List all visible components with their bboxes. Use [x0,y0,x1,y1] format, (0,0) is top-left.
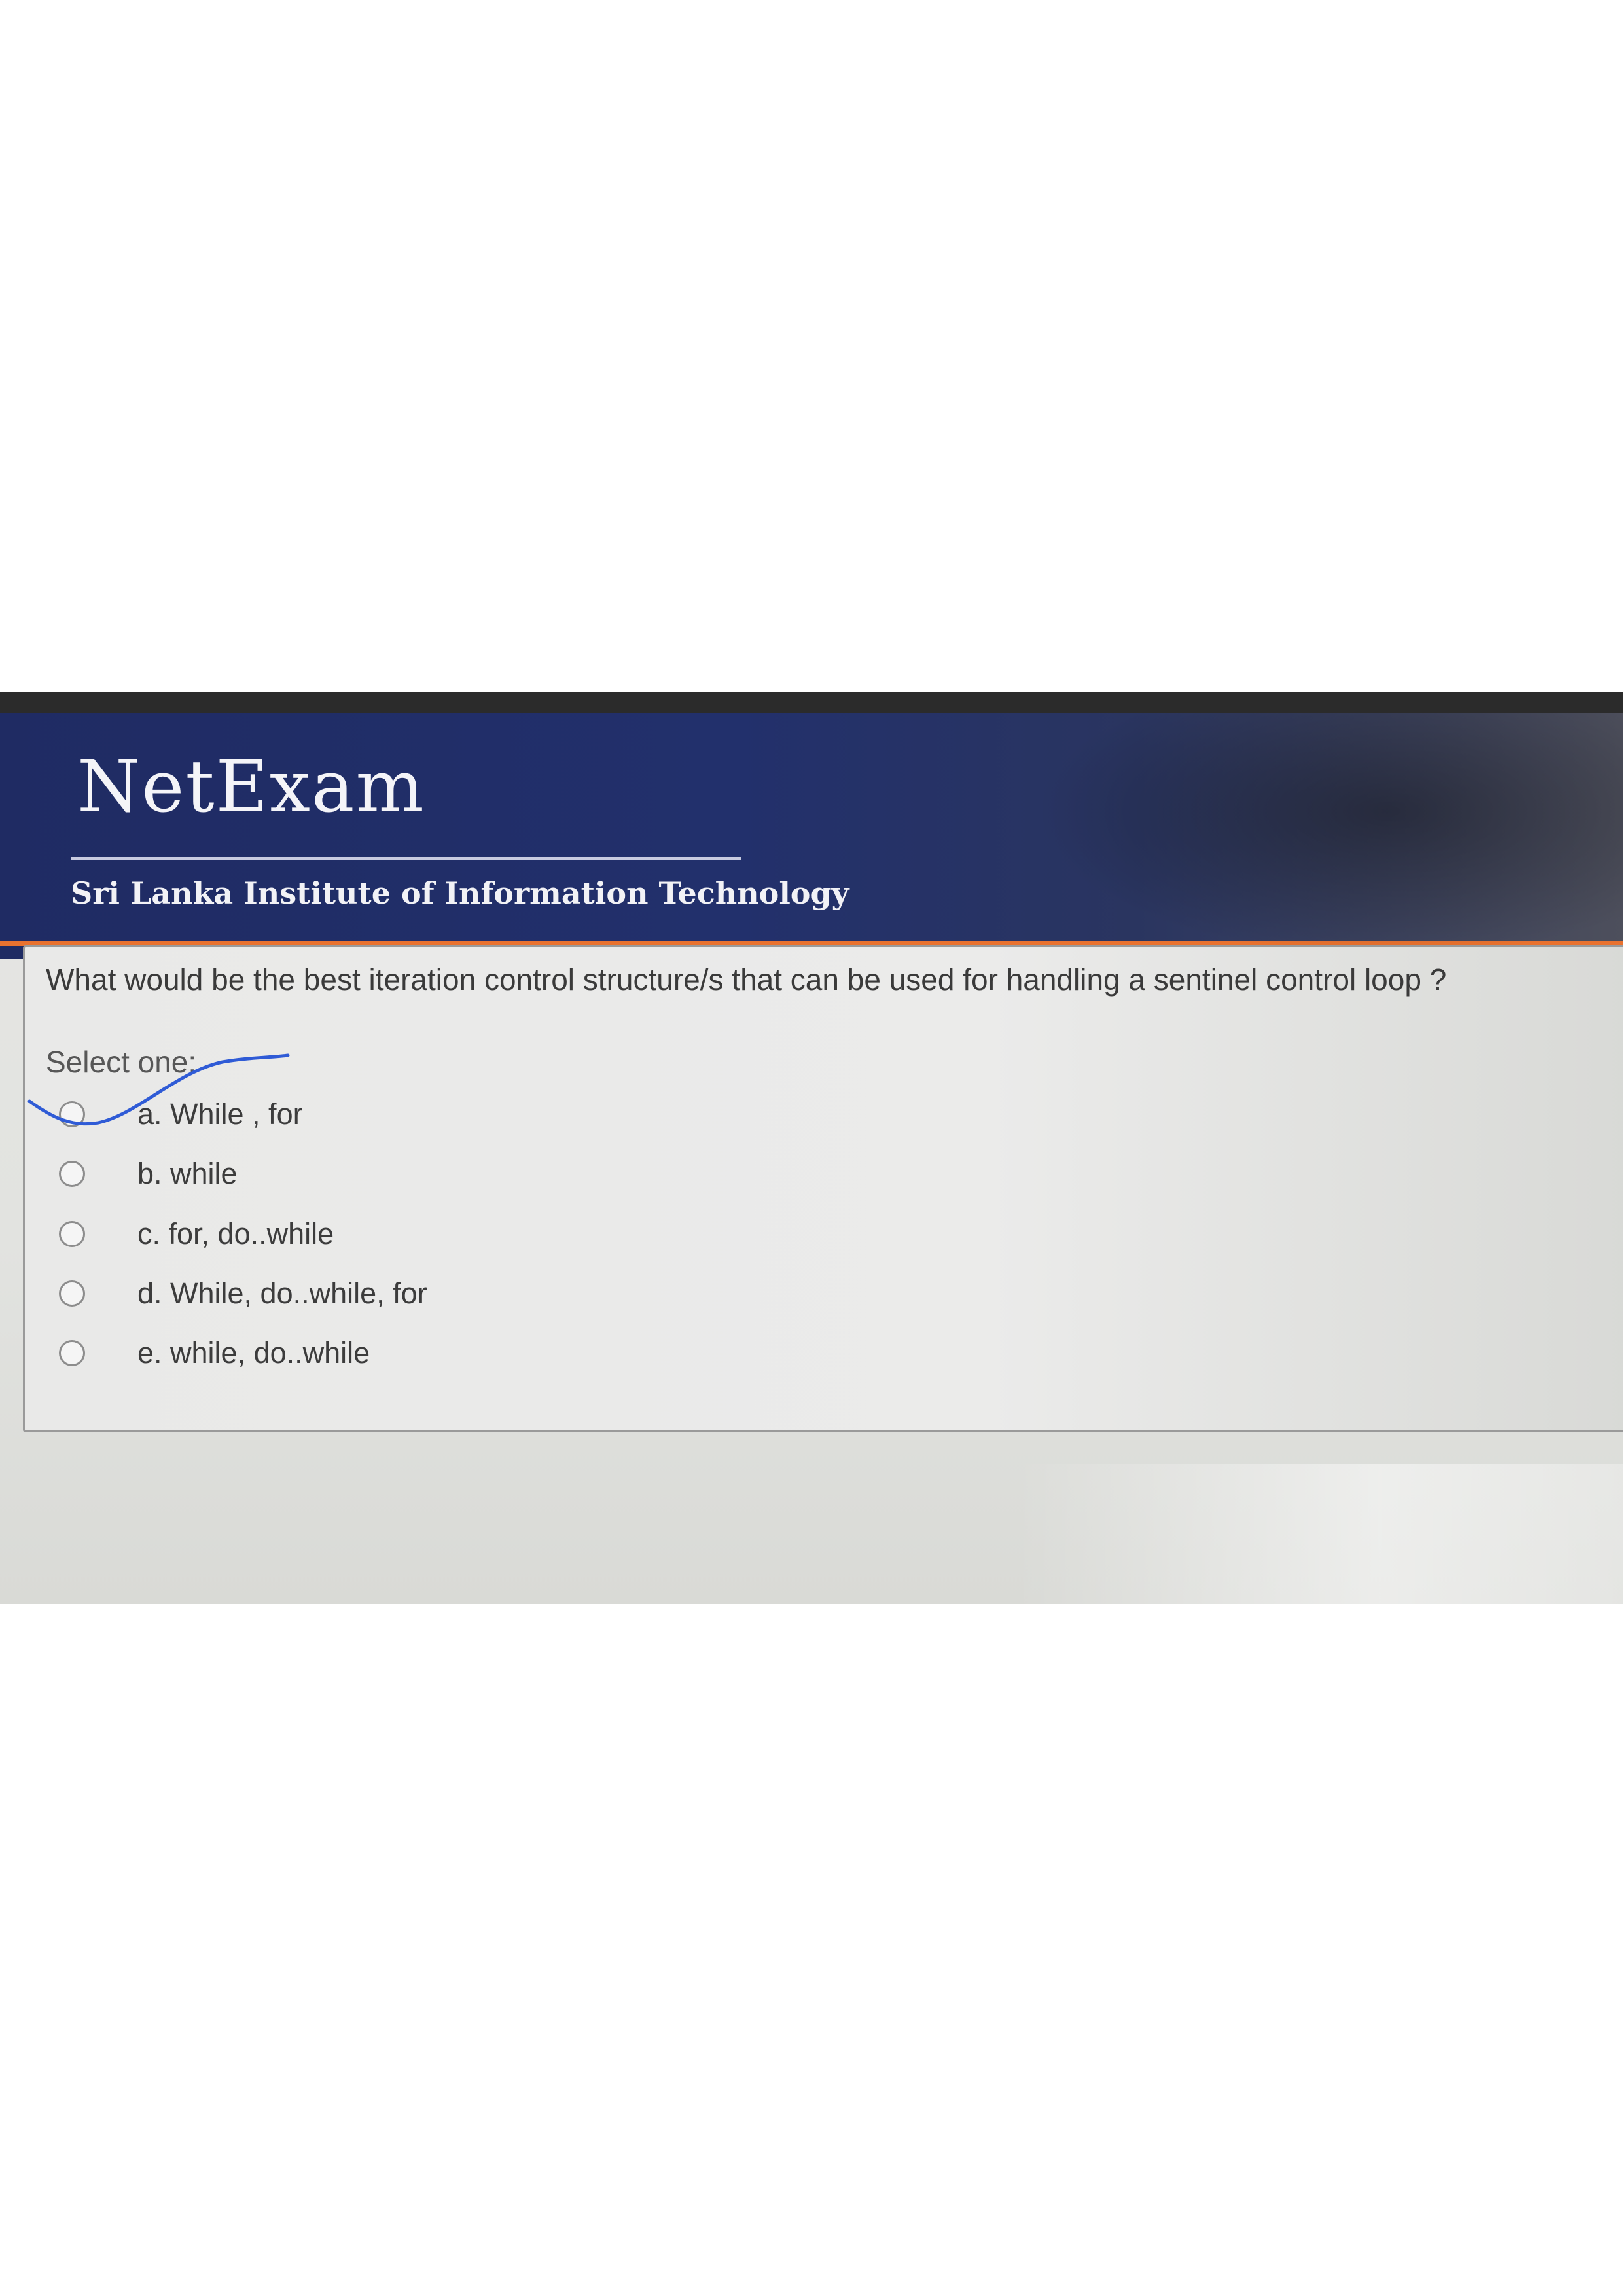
question-text: What would be the best iteration control… [46,963,1447,997]
option-label: e. while, do..while [137,1336,370,1369]
app-logo-title: NetExam [77,745,425,828]
radio-button[interactable] [59,1340,85,1366]
exam-screen-photo: NetExam Sri Lanka Institute of Informati… [0,692,1623,1604]
radio-button[interactable] [59,1221,85,1247]
pen-annotation-mark [27,1053,290,1126]
screen-glare [1014,1464,1623,1604]
institution-name: Sri Lanka Institute of Information Techn… [71,875,849,911]
radio-button[interactable] [59,1161,85,1187]
answer-option-c[interactable]: c. for, do..while [59,1211,334,1257]
answer-option-e[interactable]: e. while, do..while [59,1330,370,1376]
logo-divider [71,857,741,860]
monitor-bezel [0,692,1623,713]
option-label: c. for, do..while [137,1217,334,1250]
option-label: d. While, do..while, for [137,1277,427,1310]
netexam-header: NetExam Sri Lanka Institute of Informati… [0,713,1623,959]
answer-option-d[interactable]: d. While, do..while, for [59,1271,427,1316]
option-label: b. while [137,1157,238,1190]
radio-button[interactable] [59,1280,85,1307]
answer-option-b[interactable]: b. while [59,1151,238,1197]
